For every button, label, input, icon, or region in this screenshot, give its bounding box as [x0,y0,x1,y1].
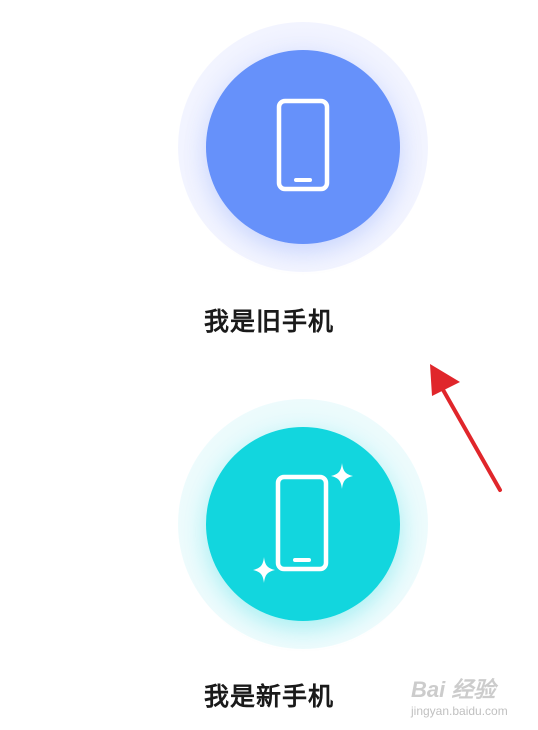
phone-icon [276,98,330,192]
red-arrow-icon [430,364,502,492]
phone-sparkle-icon [253,463,353,583]
watermark: Bai 经验 jingyan.baidu.com [405,668,535,728]
watermark-logo-text: Bai 经验 [411,677,496,702]
old-phone-label: 我是旧手机 [203,307,334,336]
old-phone-option[interactable]: 我是旧手机 [0,0,538,360]
watermark-url: jingyan.baidu.com [411,704,508,718]
